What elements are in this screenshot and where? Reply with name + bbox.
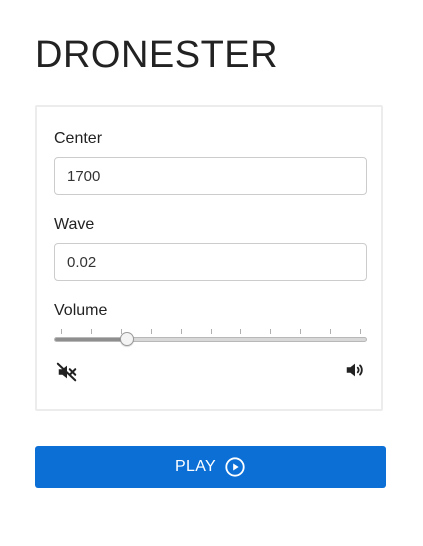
volume-slider[interactable] xyxy=(54,327,367,347)
app-title: DRONESTER xyxy=(35,34,279,76)
volume-slider-tick xyxy=(180,329,182,334)
volume-slider-fill xyxy=(55,338,128,341)
play-button-label: PLAY xyxy=(175,458,216,475)
wave-input[interactable] xyxy=(54,243,367,281)
play-button[interactable]: PLAY xyxy=(35,446,386,488)
controls-panel: Center Wave Volume xyxy=(35,105,383,411)
volume-slider-tick xyxy=(210,329,212,334)
volume-slider-tick xyxy=(240,329,242,334)
volume-label: Volume xyxy=(54,302,108,319)
volume-slider-ticks xyxy=(61,329,361,334)
center-input[interactable] xyxy=(54,157,367,195)
volume-slider-tick xyxy=(300,329,302,334)
volume-slider-tick xyxy=(61,329,62,334)
volume-slider-thumb[interactable] xyxy=(119,332,134,346)
volume-mute-icon[interactable] xyxy=(56,361,78,383)
wave-label: Wave xyxy=(54,216,95,233)
volume-slider-tick xyxy=(90,329,92,334)
volume-up-icon[interactable] xyxy=(344,359,366,381)
page: DRONESTER Center Wave Volume xyxy=(0,0,423,546)
volume-slider-tick xyxy=(330,329,332,334)
volume-slider-tick xyxy=(150,329,152,334)
play-circle-icon xyxy=(224,456,246,478)
center-label: Center xyxy=(54,130,103,147)
volume-slider-tick xyxy=(360,329,361,334)
volume-slider-track[interactable] xyxy=(54,337,367,342)
volume-slider-tick xyxy=(270,329,272,334)
